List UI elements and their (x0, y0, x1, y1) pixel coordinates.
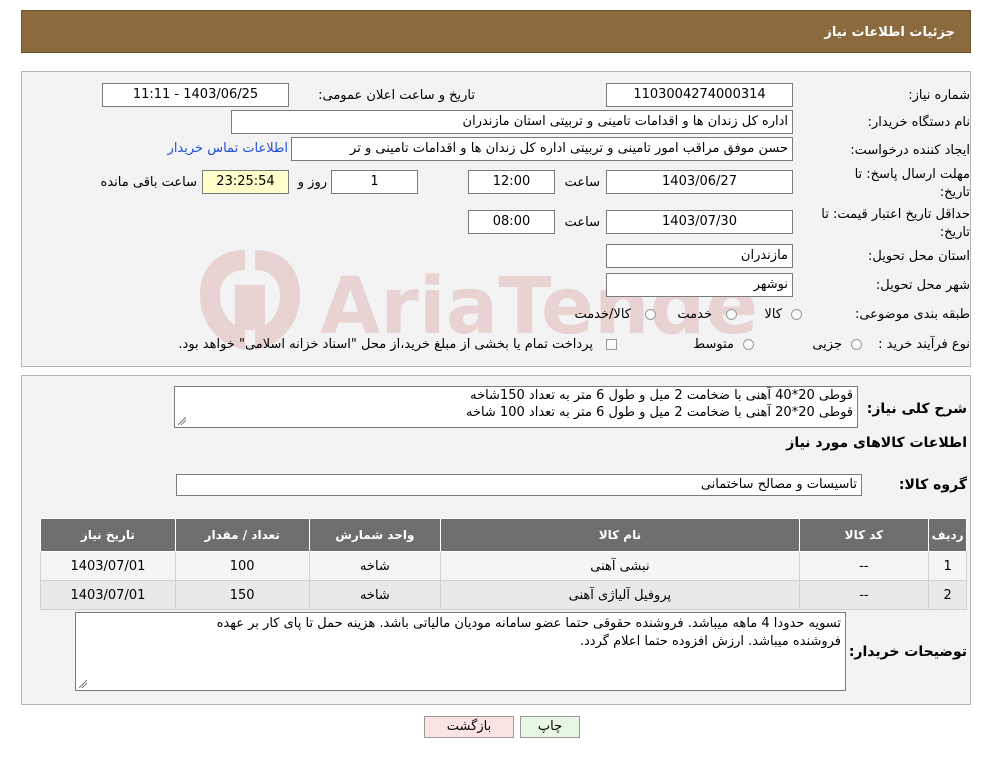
remaining-time-field: 23:25:54 (202, 170, 289, 194)
goods-group-label: گروه کالا: (898, 477, 967, 493)
validity-label: حداقل تاریخ اعتبار قیمت: تا (821, 207, 970, 222)
goods-group-field: تاسیسات و مصالح ساختمانی (176, 474, 862, 496)
buyer-contact-link[interactable]: اطلاعات تماس خریدار (168, 141, 288, 156)
col-unit: واحد شمارش (308, 518, 442, 552)
table-row: 2 -- پروفیل آلیاژی آهنی شاخه 150 1403/07… (40, 580, 967, 610)
announce-label: تاریخ و ساعت اعلان عمومی: (318, 88, 475, 103)
need-number-field: 1103004274000314 (606, 83, 793, 107)
category-option-service: خدمت (677, 307, 712, 322)
buyer-notes-textarea[interactable]: تسویه حدودا 4 ماهه میباشد. فروشنده حقوقی… (75, 612, 846, 691)
resize-grip-icon[interactable] (178, 417, 186, 425)
cell-quantity: 150 (174, 580, 310, 610)
process-option-medium: متوسط (693, 337, 734, 352)
category-option-goods-service: کالا/خدمت (574, 307, 631, 322)
category-radio-goods[interactable] (791, 309, 802, 320)
requester-label: ایجاد کننده درخواست: (850, 143, 970, 158)
description-line-1: قوطی 20*40 آهنی با ضخامت 2 میل و طول 6 م… (470, 388, 853, 403)
col-goods-name: نام کالا (440, 518, 800, 552)
treasury-checkbox[interactable] (606, 339, 617, 350)
resize-grip-icon[interactable] (79, 680, 87, 688)
cell-goods-code: -- (798, 551, 930, 581)
city-label: شهر محل تحویل: (875, 278, 970, 293)
back-button[interactable]: بازگشت (424, 716, 514, 738)
category-radio-goods-service[interactable] (645, 309, 656, 320)
col-goods-code: کد کالا (798, 518, 930, 552)
goods-table: ردیف کد کالا نام کالا واحد شمارش تعداد /… (40, 518, 967, 610)
description-line-2: قوطی 20*20 آهنی با ضخامت 2 میل و طول 6 م… (465, 405, 853, 420)
deadline-label: مهلت ارسال پاسخ: تا (854, 167, 970, 182)
deadline-time-label: ساعت (564, 175, 600, 190)
deadline-date-field: 1403/06/27 (606, 170, 793, 194)
province-label: استان محل تحویل: (868, 249, 970, 264)
cell-row-number: 2 (928, 580, 967, 610)
category-label: طبقه بندی موضوعی: (854, 307, 970, 322)
col-row-number: ردیف (928, 518, 967, 552)
process-option-minor: جزیی (812, 337, 842, 352)
process-label: نوع فرآیند خرید : (878, 337, 970, 352)
goods-section-title: اطلاعات کالاهای مورد نیاز (786, 435, 967, 451)
col-need-date: تاریخ نیاز (40, 518, 176, 552)
requester-field: حسن موفق مراقب امور تامینی و تربیتی ادار… (291, 137, 793, 161)
cell-need-date: 1403/07/01 (40, 580, 176, 610)
remaining-time-label: ساعت باقی مانده (100, 175, 197, 190)
cell-unit: شاخه (308, 580, 442, 610)
page-header: جزئیات اطلاعات نیاز (21, 10, 971, 53)
province-field: مازندران (606, 244, 793, 268)
cell-quantity: 100 (174, 551, 310, 581)
description-textarea[interactable]: قوطی 20*40 آهنی با ضخامت 2 میل و طول 6 م… (174, 386, 858, 428)
cell-unit: شاخه (308, 551, 442, 581)
buyer-org-label: نام دستگاه خریدار: (867, 115, 970, 130)
cell-need-date: 1403/07/01 (40, 551, 176, 581)
description-label: شرح کلی نیاز: (866, 401, 967, 417)
process-note: پرداخت تمام یا بخشی از مبلغ خرید،از محل … (178, 337, 593, 352)
process-radio-minor[interactable] (851, 339, 862, 350)
cell-goods-name: پروفیل آلیاژی آهنی (440, 580, 800, 610)
deadline-time-field: 12:00 (468, 170, 555, 194)
process-radio-medium[interactable] (743, 339, 754, 350)
print-button[interactable]: چاپ (520, 716, 580, 738)
category-option-goods: کالا (764, 307, 782, 322)
buyer-notes-line-2: فروشنده میباشد. ارزش افزوده حتما اعلام گ… (579, 634, 841, 649)
buyer-org-field: اداره کل زندان ها و اقدامات تامینی و ترب… (231, 110, 793, 134)
need-number-label: شماره نیاز: (908, 88, 970, 103)
validity-time-label: ساعت (564, 215, 600, 230)
table-row: 1 -- نبشی آهنی شاخه 100 1403/07/01 (40, 551, 967, 581)
deadline-label-date: تاریخ: (939, 185, 970, 200)
days-remaining-field: 1 (331, 170, 418, 194)
announce-field: 1403/06/25 - 11:11 (102, 83, 289, 107)
buyer-notes-label: توضیحات خریدار: (848, 644, 967, 660)
table-header-row: ردیف کد کالا نام کالا واحد شمارش تعداد /… (40, 518, 967, 552)
category-radio-service[interactable] (726, 309, 737, 320)
days-label: روز و (297, 175, 327, 190)
validity-date-field: 1403/07/30 (606, 210, 793, 234)
page-title: جزئیات اطلاعات نیاز (824, 25, 955, 40)
validity-time-field: 08:00 (468, 210, 555, 234)
cell-goods-code: -- (798, 580, 930, 610)
col-quantity: تعداد / مقدار (174, 518, 310, 552)
cell-goods-name: نبشی آهنی (440, 551, 800, 581)
buyer-notes-line-1: تسویه حدودا 4 ماهه میباشد. فروشنده حقوقی… (216, 616, 841, 631)
cell-row-number: 1 (928, 551, 967, 581)
city-field: نوشهر (606, 273, 793, 297)
validity-label-date: تاریخ: (939, 225, 970, 240)
